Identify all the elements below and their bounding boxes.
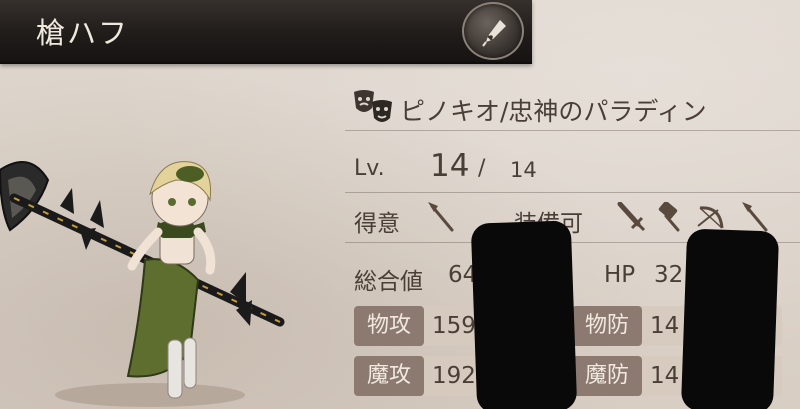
magic-defense-value: 14 <box>650 363 680 389</box>
physical-attack-value: 159 <box>432 313 476 339</box>
physical-defense-value: 14 <box>650 313 680 339</box>
physical-attack-label: 物攻 <box>354 306 424 346</box>
magic-attack-label: 魔攻 <box>354 356 424 396</box>
theater-masks-icon <box>354 90 392 122</box>
header-bar: 槍ハフ <box>0 0 532 64</box>
physical-defense-label: 物防 <box>572 306 642 346</box>
level-max: 14 <box>510 158 537 182</box>
magic-attack-value: 192 <box>432 363 476 389</box>
magic-defense-label: 魔防 <box>572 356 642 396</box>
hp-label: HP <box>604 262 636 288</box>
hp-value: 32 <box>654 262 684 288</box>
divider <box>345 130 800 131</box>
level-current: 14 <box>430 148 470 184</box>
pen-nib-icon <box>482 20 506 47</box>
character-name: 槍ハフ <box>36 16 130 50</box>
spear-icon <box>428 202 454 232</box>
strong-weapon-label: 得意 <box>354 211 400 237</box>
total-label: 総合値 <box>354 269 423 295</box>
character-illustration <box>0 140 300 409</box>
hammer-icon <box>658 202 680 232</box>
spear-icon <box>742 202 768 232</box>
divider <box>345 192 800 193</box>
sword-icon <box>617 202 646 232</box>
job-name: ピノキオ/忠神のパラディン <box>400 97 707 126</box>
redaction-scribble <box>470 220 578 409</box>
level-label: Lv. <box>354 156 385 181</box>
job-row: ピノキオ/忠神のパラディン <box>352 88 782 128</box>
level-separator: / <box>478 156 486 181</box>
bow-icon <box>697 206 724 229</box>
redaction-scribble <box>680 228 780 409</box>
edit-button[interactable] <box>462 2 524 60</box>
